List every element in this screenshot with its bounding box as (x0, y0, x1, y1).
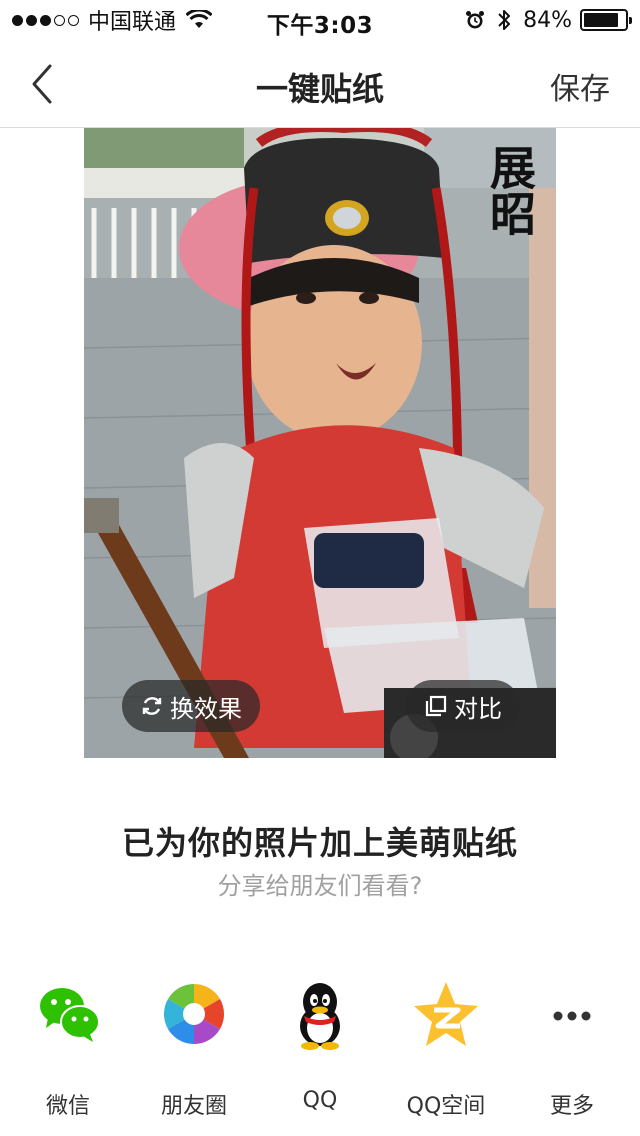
qq-icon (300, 983, 340, 1050)
share-label: QQ (302, 1088, 338, 1113)
share-moments[interactable]: 朋友圈 (130, 980, 258, 1130)
swap-effect-label: 换效果 (170, 694, 242, 723)
share-row: 微信 朋友圈 QQ QQ空间 更多 (0, 980, 640, 1136)
share-label: 朋友圈 (160, 1094, 227, 1119)
status-bar: 中国联通 下午3:03 84% (0, 0, 640, 40)
result-headline: 已为你的照片加上美萌贴纸 (121, 824, 518, 862)
share-label: 微信 (45, 1094, 90, 1119)
battery-icon (580, 9, 632, 31)
battery-fill (584, 13, 618, 27)
result-subline: 分享给朋友们看看? (217, 872, 423, 900)
sticker-photo: 展昭 换效果 对比 (84, 128, 556, 758)
sticker-text: 展昭 (483, 144, 537, 236)
alarm-icon (466, 11, 485, 29)
compare-label: 对比 (454, 694, 502, 723)
battery-cap (629, 17, 632, 24)
save-button[interactable]: 保存 (550, 64, 610, 108)
swap-effect-button[interactable]: 换效果 (122, 680, 260, 732)
battery-percent: 84% (523, 7, 572, 33)
page-title: 一键贴纸 (255, 70, 384, 108)
share-wechat[interactable]: 微信 (4, 980, 132, 1130)
share-more[interactable]: 更多 (508, 980, 636, 1130)
share-qzone[interactable]: QQ空间 (382, 980, 510, 1130)
refresh-icon (142, 697, 162, 715)
nav-bar: 一键贴纸 保存 (0, 40, 640, 128)
share-qq[interactable]: QQ (256, 980, 384, 1130)
qzone-icon (414, 982, 478, 1046)
share-label: 更多 (549, 1094, 594, 1119)
more-icon (553, 1011, 591, 1021)
compare-button[interactable]: 对比 (406, 680, 520, 732)
bluetooth-icon (498, 10, 511, 30)
compare-icon (425, 695, 447, 717)
share-label: QQ空间 (406, 1094, 486, 1119)
status-right: 84% (465, 6, 632, 34)
wechat-icon (40, 988, 100, 1042)
moments-icon (163, 984, 225, 1044)
